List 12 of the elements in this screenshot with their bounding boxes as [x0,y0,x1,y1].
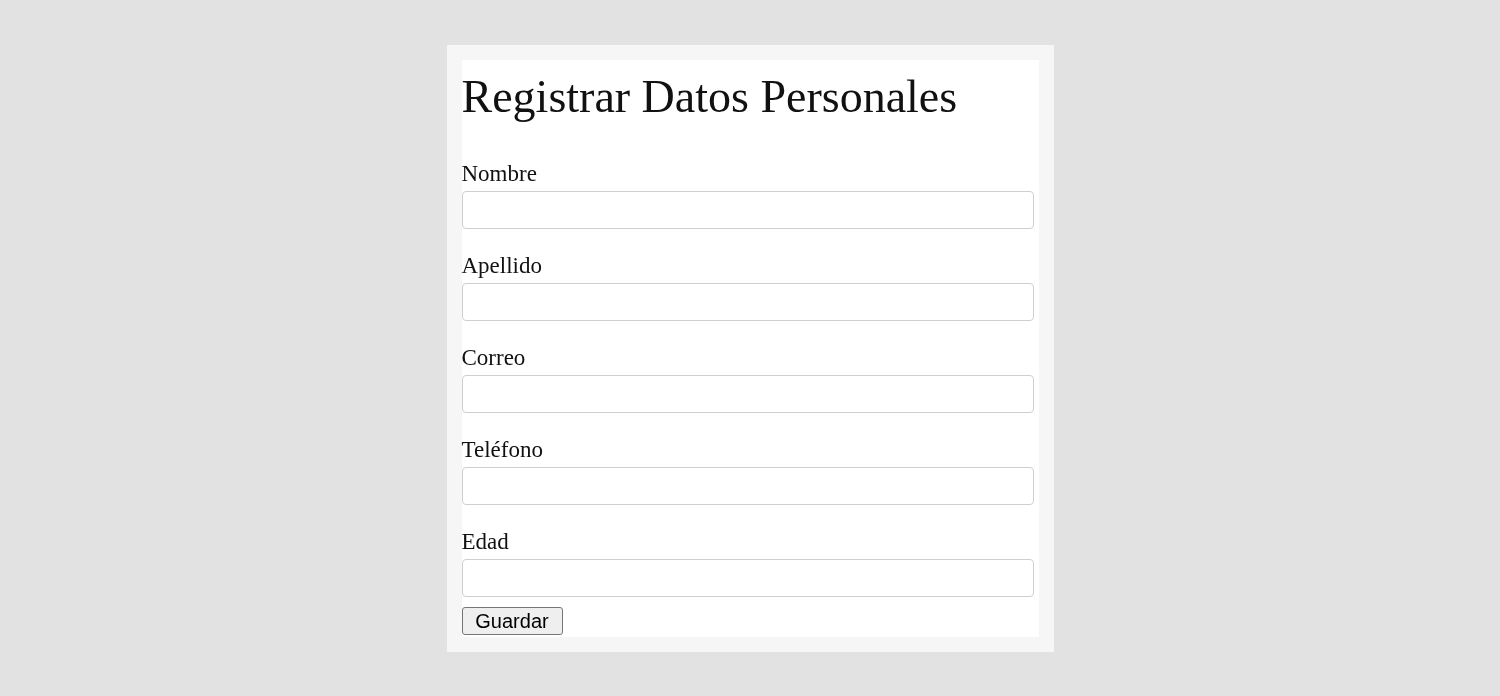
field-label: Nombre [461,160,538,188]
input-field[interactable] [461,467,1034,505]
save-button[interactable]: Guardar [461,607,563,635]
input-field[interactable] [461,191,1034,229]
input-field[interactable] [461,283,1034,321]
field-label: Edad [461,528,510,556]
input-field[interactable] [461,559,1034,597]
form-title: Registrar Datos Personales [461,71,959,123]
field-label: Correo [461,344,527,372]
input-field[interactable] [461,375,1034,413]
field-label: Teléfono [461,436,544,464]
field-label: Apellido [461,252,543,280]
